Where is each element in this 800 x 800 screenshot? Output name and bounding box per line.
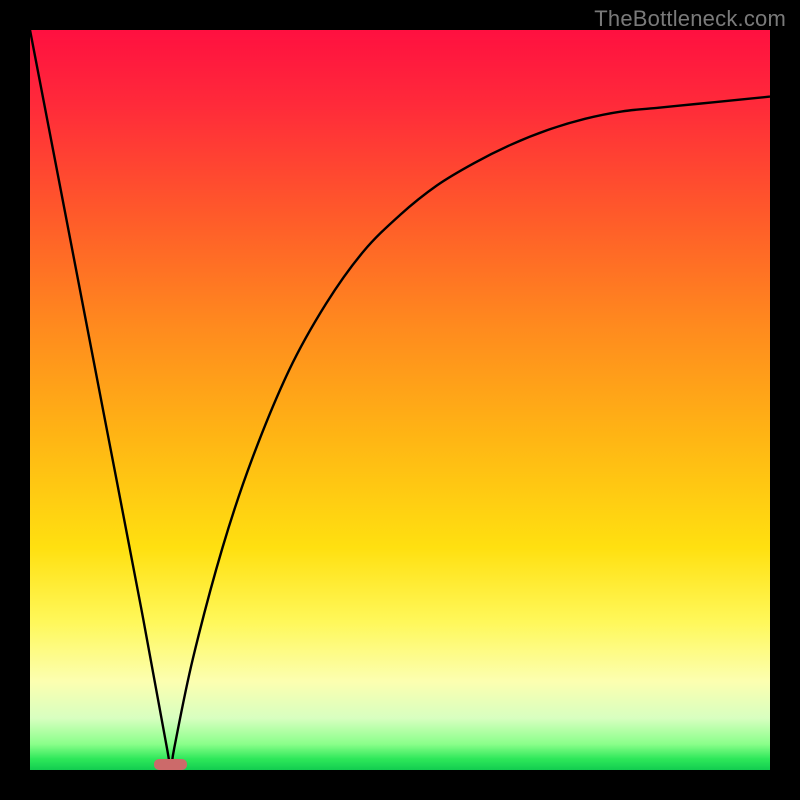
chart-frame: TheBottleneck.com xyxy=(0,0,800,800)
bottleneck-curve xyxy=(30,30,770,770)
dip-marker xyxy=(154,759,187,770)
curve-path xyxy=(30,30,770,770)
plot-area xyxy=(30,30,770,770)
watermark-text: TheBottleneck.com xyxy=(594,6,786,32)
